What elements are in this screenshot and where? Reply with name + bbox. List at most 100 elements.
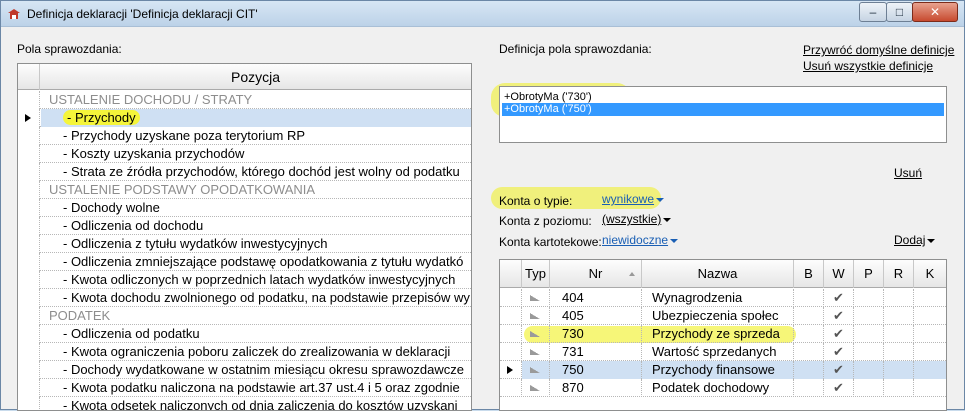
account-w-cell[interactable]: ✔ xyxy=(824,289,854,307)
row-indicator[interactable] xyxy=(18,91,40,109)
account-p-cell[interactable] xyxy=(854,325,884,343)
account-b-cell[interactable] xyxy=(794,325,824,343)
report-field-row[interactable]: - Przychody xyxy=(18,109,471,127)
report-field-row[interactable]: - Odliczenia od dochodu xyxy=(18,217,471,235)
account-row[interactable]: 404 Wynagrodzenia ✔ xyxy=(500,289,946,307)
row-indicator[interactable] xyxy=(18,271,40,289)
account-nr-cell[interactable]: 405 xyxy=(550,307,642,325)
report-field-row[interactable]: - Odliczenia zmniejszające podstawę opod… xyxy=(18,253,471,271)
row-indicator[interactable] xyxy=(18,109,40,127)
remove-link[interactable]: Usuń xyxy=(894,166,922,180)
account-ind-cell[interactable] xyxy=(500,289,522,307)
account-p-cell[interactable] xyxy=(854,289,884,307)
report-field-row[interactable]: - Dochody wydatkowane w ostatnim miesiąc… xyxy=(18,361,471,379)
account-r-cell[interactable] xyxy=(884,379,914,397)
row-indicator[interactable] xyxy=(18,289,40,307)
account-nazwa-cell[interactable]: Ubezpieczenia społec xyxy=(642,307,794,325)
account-w-cell[interactable]: ✔ xyxy=(824,361,854,379)
account-typ-cell[interactable] xyxy=(522,325,550,343)
w-column-header[interactable]: W xyxy=(824,260,854,288)
account-w-cell[interactable]: ✔ xyxy=(824,307,854,325)
account-ind-cell[interactable] xyxy=(500,379,522,397)
accounts-grid[interactable]: Typ Nr Nazwa B W P R K 404 Wynagrodzenia ✔… xyxy=(499,259,947,411)
row-indicator[interactable] xyxy=(18,163,40,181)
account-b-cell[interactable] xyxy=(794,289,824,307)
account-nr-cell[interactable]: 870 xyxy=(550,379,642,397)
row-indicator[interactable] xyxy=(18,361,40,379)
account-row[interactable]: 731 Wartość sprzedanych ✔ xyxy=(500,343,946,361)
row-indicator[interactable] xyxy=(18,145,40,163)
account-p-cell[interactable] xyxy=(854,379,884,397)
maximize-button[interactable]: □ xyxy=(886,2,913,22)
row-indicator[interactable] xyxy=(18,379,40,397)
account-nr-cell[interactable]: 730 xyxy=(550,325,642,343)
account-row[interactable]: 870 Podatek dochodowy ✔ xyxy=(500,379,946,397)
account-ind-cell[interactable] xyxy=(500,325,522,343)
row-indicator[interactable] xyxy=(18,181,40,199)
account-r-cell[interactable] xyxy=(884,361,914,379)
report-field-row[interactable]: - Koszty uzyskania przychodów xyxy=(18,145,471,163)
report-field-row[interactable]: - Strata ze źródła przychodów, którego d… xyxy=(18,163,471,181)
restore-defaults-link[interactable]: Przywróć domyślne definicje xyxy=(803,43,954,57)
row-indicator[interactable] xyxy=(18,307,40,325)
account-k-cell[interactable] xyxy=(914,379,946,397)
report-field-group[interactable]: USTALENIE PODSTAWY OPODATKOWANIA xyxy=(18,181,471,199)
account-b-cell[interactable] xyxy=(794,361,824,379)
account-typ-cell[interactable] xyxy=(522,307,550,325)
report-field-row[interactable]: - Przychody uzyskane poza terytorium RP xyxy=(18,127,471,145)
nazwa-column-header[interactable]: Nazwa xyxy=(642,260,794,288)
account-type-dropdown[interactable]: wynikowe xyxy=(602,192,665,206)
account-w-cell[interactable]: ✔ xyxy=(824,379,854,397)
account-r-cell[interactable] xyxy=(884,289,914,307)
account-nazwa-cell[interactable]: Wartość sprzedanych xyxy=(642,343,794,361)
row-indicator[interactable] xyxy=(18,343,40,361)
account-k-cell[interactable] xyxy=(914,361,946,379)
account-typ-cell[interactable] xyxy=(522,379,550,397)
account-b-cell[interactable] xyxy=(794,343,824,361)
card-accounts-dropdown[interactable]: niewidoczne xyxy=(602,233,679,247)
row-indicator[interactable] xyxy=(18,217,40,235)
account-w-cell[interactable]: ✔ xyxy=(824,343,854,361)
report-field-row[interactable]: - Kwota odliczonych w poprzednich latach… xyxy=(18,271,471,289)
position-column-header[interactable]: Pozycja xyxy=(40,64,471,90)
close-button[interactable]: ✕ xyxy=(912,2,958,22)
account-b-cell[interactable] xyxy=(794,307,824,325)
account-level-dropdown[interactable]: (wszystkie) xyxy=(602,212,672,226)
account-row[interactable]: 750 Przychody finansowe ✔ xyxy=(500,361,946,379)
p-column-header[interactable]: P xyxy=(854,260,884,288)
report-field-group[interactable]: USTALENIE DOCHODU / STRATY xyxy=(18,91,471,109)
account-nazwa-cell[interactable]: Przychody ze sprzeda xyxy=(642,325,794,343)
account-k-cell[interactable] xyxy=(914,343,946,361)
report-field-row[interactable]: - Kwota dochodu zwolnionego od podatku, … xyxy=(18,289,471,307)
title-bar[interactable]: Definicja deklaracji 'Definicja deklarac… xyxy=(1,1,964,27)
report-field-group[interactable]: PODATEK xyxy=(18,307,471,325)
report-field-row[interactable]: - Kwota podatku naliczona na podstawie a… xyxy=(18,379,471,397)
account-nazwa-cell[interactable]: Przychody finansowe xyxy=(642,361,794,379)
row-indicator[interactable] xyxy=(18,325,40,343)
account-k-cell[interactable] xyxy=(914,289,946,307)
account-row[interactable]: 730 Przychody ze sprzeda ✔ xyxy=(500,325,946,343)
account-k-cell[interactable] xyxy=(914,307,946,325)
account-ind-cell[interactable] xyxy=(500,307,522,325)
add-menu-button[interactable]: Dodaj xyxy=(894,233,936,247)
account-r-cell[interactable] xyxy=(884,325,914,343)
account-p-cell[interactable] xyxy=(854,361,884,379)
account-p-cell[interactable] xyxy=(854,307,884,325)
account-k-cell[interactable] xyxy=(914,325,946,343)
report-fields-grid[interactable]: Pozycja USTALENIE DOCHODU / STRATY - Przy… xyxy=(17,63,472,411)
nr-column-header[interactable]: Nr xyxy=(550,260,642,288)
k-column-header[interactable]: K xyxy=(914,260,946,288)
report-field-row[interactable]: - Odliczenia od podatku xyxy=(18,325,471,343)
account-typ-cell[interactable] xyxy=(522,289,550,307)
row-indicator[interactable] xyxy=(18,235,40,253)
row-indicator[interactable] xyxy=(18,199,40,217)
account-row[interactable]: 405 Ubezpieczenia społec ✔ xyxy=(500,307,946,325)
report-field-row[interactable]: - Kwota odsetek naliczonych od dnia zali… xyxy=(18,397,471,410)
account-w-cell[interactable]: ✔ xyxy=(824,325,854,343)
account-p-cell[interactable] xyxy=(854,343,884,361)
report-field-row[interactable]: - Dochody wolne xyxy=(18,199,471,217)
account-nr-cell[interactable]: 404 xyxy=(550,289,642,307)
account-typ-cell[interactable] xyxy=(522,361,550,379)
account-b-cell[interactable] xyxy=(794,379,824,397)
remove-all-definitions-link[interactable]: Usuń wszystkie definicje xyxy=(803,59,933,73)
